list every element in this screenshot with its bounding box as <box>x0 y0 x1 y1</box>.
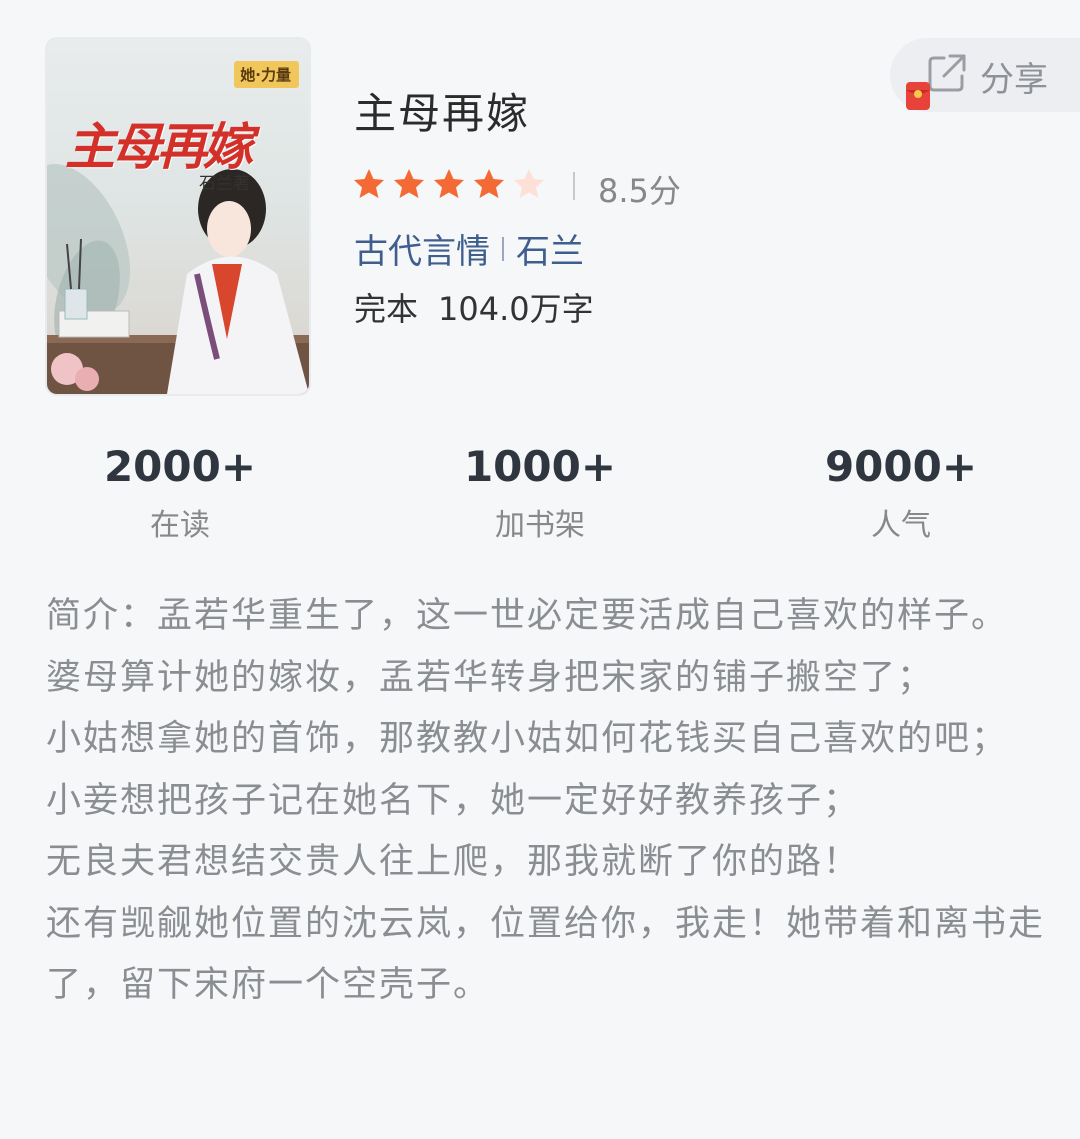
cover-illustration <box>47 164 309 394</box>
star-filled-icon <box>394 169 424 198</box>
star-filled-icon <box>434 169 464 198</box>
synopsis-line: 婆母算计她的嫁妆，孟若华转身把宋家的铺子搬空了； <box>46 657 935 698</box>
stat-label: 在读 <box>150 508 210 543</box>
star-empty-icon <box>514 169 544 198</box>
rating-divider <box>573 172 575 200</box>
word-count: 104.0万字 <box>438 290 594 328</box>
stat-value: 9000+ <box>824 442 978 491</box>
stat-value: 2000+ <box>103 442 257 491</box>
book-title: 主母再嫁 <box>354 89 531 138</box>
synopsis-line: 小妾想把孩子记在她名下，她一定好好教养孩子； <box>46 780 861 821</box>
synopsis-fade-overlay <box>400 1085 700 1139</box>
category-link[interactable]: 古代言情 <box>354 224 490 273</box>
share-label: 分享 <box>980 60 1048 100</box>
synopsis-line: 简介：孟若华重生了，这一世必定要活成自己喜欢的样子。 <box>46 596 1009 636</box>
book-cover[interactable]: 她·力量 主母再嫁 石兰著 <box>47 39 309 394</box>
stat-value: 1000+ <box>463 442 617 491</box>
cover-publisher-badge: 她·力量 <box>234 61 299 88</box>
synopsis-line: 还有觊觎她位置的沈云岚，位置给你，我走！她带着和离书走了，留下宋府一个空壳子。 <box>46 903 1046 1006</box>
stat-popularity: 9000+ 人气 <box>781 442 1021 544</box>
author-link[interactable]: 石兰 <box>516 224 584 273</box>
star-filled-icon <box>354 169 384 198</box>
synopsis-line: 无良夫君想结交贵人往上爬，那我就断了你的路！ <box>46 842 861 882</box>
cover-title-art: 主母再嫁 <box>65 117 253 176</box>
synopsis-line: 小姑想拿她的首饰，那教教小姑如何花钱买自己喜欢的吧； <box>46 719 1009 759</box>
book-synopsis[interactable]: 简介：孟若华重生了，这一世必定要活成自己喜欢的样子。 婆母算计她的嫁妆，孟若华转… <box>46 586 1046 1139</box>
completion-status: 完本 <box>354 290 419 328</box>
book-tags: 古代言情 石兰 <box>354 224 584 273</box>
star-filled-icon <box>474 169 504 198</box>
stat-label: 加书架 <box>495 508 585 543</box>
rating-stars <box>352 167 546 201</box>
book-status: 完本 104.0万字 <box>354 284 614 330</box>
red-packet-icon[interactable] <box>902 80 934 112</box>
cover-author-art: 石兰著 <box>199 174 250 194</box>
rating-score: 8.5分 <box>598 172 681 210</box>
stat-label: 人气 <box>871 508 931 543</box>
stat-reading: 2000+ 在读 <box>60 442 300 544</box>
stat-bookshelf: 1000+ 加书架 <box>420 442 660 544</box>
tag-divider <box>502 236 504 261</box>
